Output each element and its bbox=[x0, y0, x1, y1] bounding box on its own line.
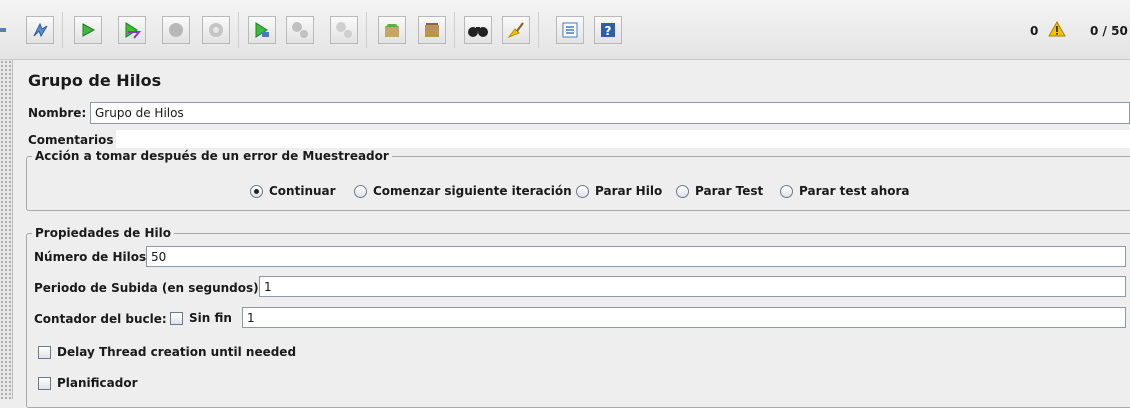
expand-handle-icon[interactable] bbox=[0, 28, 6, 32]
search-icon[interactable] bbox=[464, 16, 492, 44]
rampup-field[interactable]: 1 bbox=[259, 276, 1126, 297]
help-icon[interactable]: ? bbox=[594, 16, 622, 44]
checkbox[interactable] bbox=[38, 345, 51, 359]
radio-parar-test-ahora[interactable]: Parar test ahora bbox=[780, 184, 910, 198]
page-title: Grupo de Hilos bbox=[28, 71, 162, 90]
radio-continuar[interactable]: Continuar bbox=[250, 184, 336, 198]
start-no-pauses-icon[interactable] bbox=[118, 16, 146, 44]
radio-button[interactable] bbox=[354, 184, 367, 198]
checkbox[interactable] bbox=[38, 376, 51, 390]
clear-all-icon[interactable] bbox=[418, 16, 446, 44]
start-icon[interactable] bbox=[74, 16, 102, 44]
threads-field[interactable]: 50 bbox=[146, 246, 1126, 267]
name-field[interactable]: Grupo de Hilos bbox=[90, 102, 1130, 124]
error-action-legend: Acción a tomar después de un error de Mu… bbox=[32, 149, 392, 163]
shutdown-icon[interactable] bbox=[202, 16, 230, 44]
radio-button[interactable] bbox=[250, 184, 263, 198]
radio-button[interactable] bbox=[676, 184, 689, 198]
toggle-icon[interactable] bbox=[26, 16, 54, 44]
comments-label: Comentarios bbox=[28, 133, 114, 147]
checkbox[interactable] bbox=[170, 311, 183, 325]
warning-icon[interactable] bbox=[1048, 21, 1066, 37]
split-pane-divider[interactable] bbox=[0, 60, 13, 399]
toolbar-separator bbox=[62, 12, 63, 48]
thread-group-panel: Grupo de Hilos Nombre: Grupo de Hilos Co… bbox=[16, 60, 1130, 408]
radio-parar-test[interactable]: Parar Test bbox=[676, 184, 763, 198]
delay-thread-creation-checkbox[interactable]: Delay Thread creation until needed bbox=[38, 345, 296, 359]
scheduler-checkbox[interactable]: Planificador bbox=[38, 376, 138, 390]
loop-count-field[interactable]: 1 bbox=[242, 307, 1126, 328]
stop-icon[interactable] bbox=[162, 16, 190, 44]
active-threads: 0 / 50 bbox=[1090, 24, 1128, 38]
toolbar-separator bbox=[538, 12, 539, 48]
svg-text:?: ? bbox=[605, 24, 612, 38]
threads-label: Número de Hilos bbox=[34, 250, 147, 264]
function-helper-icon[interactable] bbox=[556, 16, 584, 44]
radio-parar-hilo[interactable]: Parar Hilo bbox=[576, 184, 662, 198]
thread-properties-legend: Propiedades de Hilo bbox=[32, 226, 174, 240]
forever-checkbox[interactable]: Sin fin bbox=[170, 311, 232, 325]
clear-icon[interactable] bbox=[378, 16, 406, 44]
toolbar-separator bbox=[454, 12, 455, 48]
error-count: 0 bbox=[1030, 24, 1039, 38]
remote-start-icon[interactable] bbox=[248, 16, 276, 44]
comments-field[interactable] bbox=[116, 130, 1130, 148]
toolbar-separator bbox=[366, 12, 367, 48]
remote-shutdown-icon[interactable] bbox=[330, 16, 358, 44]
name-label: Nombre: bbox=[28, 106, 87, 120]
radio-button[interactable] bbox=[576, 184, 589, 198]
reset-search-icon[interactable] bbox=[502, 16, 530, 44]
loop-count-label: Contador del bucle: bbox=[34, 312, 167, 326]
toolbar: ? 0 0 / 50 bbox=[0, 0, 1130, 60]
radio-comenzar-siguiente-iteracion[interactable]: Comenzar siguiente iteración bbox=[354, 184, 572, 198]
toolbar-separator bbox=[238, 12, 239, 48]
radio-button[interactable] bbox=[780, 184, 793, 198]
rampup-label: Periodo de Subida (en segundos): bbox=[34, 281, 264, 295]
remote-stop-icon[interactable] bbox=[286, 16, 314, 44]
